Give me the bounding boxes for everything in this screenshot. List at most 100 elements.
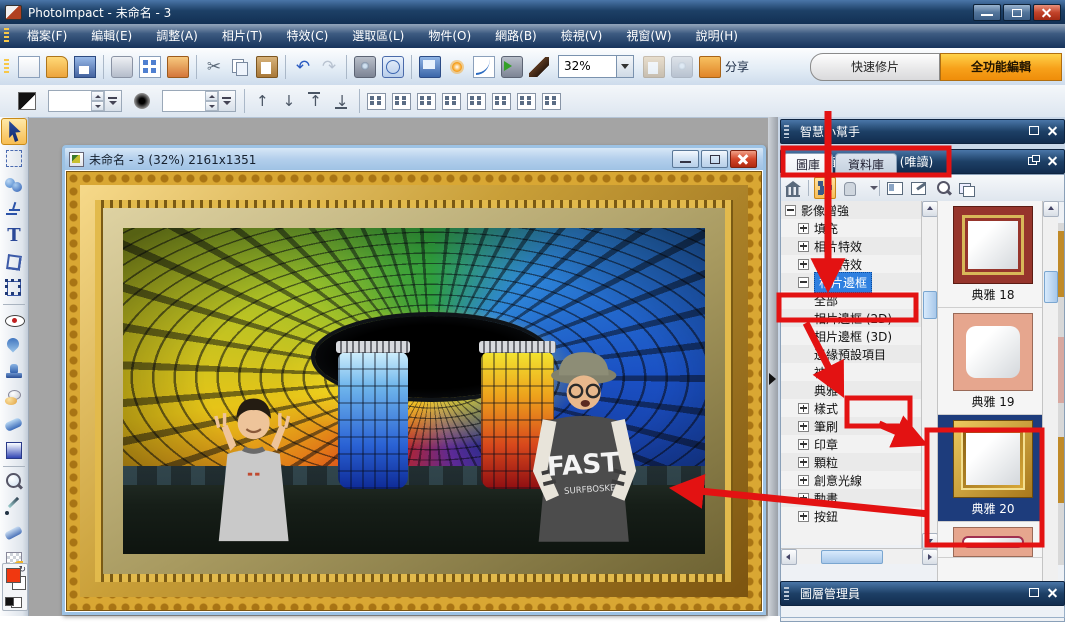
print-icon[interactable] bbox=[111, 56, 133, 78]
smart-helper-panel-header[interactable]: 智慧小幫手 bbox=[780, 119, 1065, 144]
zoom-tool[interactable] bbox=[2, 470, 26, 495]
panel-grip[interactable] bbox=[784, 125, 789, 138]
menu-edit[interactable]: 編輯(E) bbox=[79, 24, 144, 48]
scroll-left-icon[interactable] bbox=[781, 549, 797, 565]
zoom-value[interactable]: 32% bbox=[559, 56, 616, 77]
chevron-down-icon[interactable] bbox=[616, 56, 633, 77]
layer-manager-header[interactable]: 圖層管理員 bbox=[780, 581, 1065, 606]
gradient-fill-tool[interactable] bbox=[2, 438, 26, 463]
redo-icon[interactable]: ↷ bbox=[319, 57, 339, 77]
menu-file[interactable]: 檔案(F) bbox=[15, 24, 79, 48]
eyedropper-tool[interactable] bbox=[2, 496, 26, 521]
panel-close-icon[interactable] bbox=[1046, 124, 1059, 137]
panel-close-icon-2[interactable] bbox=[1046, 154, 1059, 167]
expand-icon[interactable] bbox=[798, 475, 809, 486]
soft-edge-icon[interactable] bbox=[134, 93, 150, 109]
tree-item-photo-effect[interactable]: 相片特效 bbox=[781, 237, 921, 255]
menu-photo[interactable]: 相片(T) bbox=[210, 24, 275, 48]
text-tool[interactable]: T bbox=[2, 224, 26, 249]
tree-scroll-thumb[interactable] bbox=[923, 291, 937, 319]
copy-icon[interactable] bbox=[230, 57, 250, 77]
screen-icon[interactable] bbox=[419, 56, 441, 78]
panel-maximize-icon[interactable] bbox=[1027, 124, 1040, 137]
import-icon[interactable] bbox=[501, 56, 523, 78]
center-horizontal-icon[interactable] bbox=[467, 93, 486, 110]
expand-icon[interactable] bbox=[798, 223, 809, 234]
share-icon[interactable] bbox=[699, 56, 721, 78]
full-edit-button[interactable]: 全功能編輯 bbox=[940, 53, 1062, 81]
tree-item-button[interactable]: 按鈕 bbox=[781, 507, 921, 525]
remove-red-eye-tool[interactable] bbox=[2, 308, 26, 333]
frame-thumbnail-20[interactable]: 典雅 20 bbox=[938, 415, 1048, 522]
toolbar-grip[interactable] bbox=[4, 59, 9, 75]
expand-icon[interactable] bbox=[798, 439, 809, 450]
tab-library[interactable]: 資料庫 bbox=[835, 153, 897, 175]
move-down-icon[interactable]: ↓ bbox=[283, 92, 296, 110]
crop-tool[interactable] bbox=[2, 250, 26, 275]
collapse-icon[interactable] bbox=[798, 277, 809, 288]
align-bottom-icon[interactable] bbox=[442, 93, 461, 110]
menu-window[interactable]: 視窗(W) bbox=[614, 24, 683, 48]
thumb-scroll-thumb[interactable] bbox=[1044, 271, 1058, 303]
tree-item-all[interactable]: 全部 bbox=[781, 291, 921, 309]
dock-splitter[interactable] bbox=[768, 117, 778, 616]
tree-item-animation[interactable]: 動畫 bbox=[781, 489, 921, 507]
close-icon[interactable] bbox=[1033, 4, 1061, 21]
menu-object[interactable]: 物件(O) bbox=[416, 24, 483, 48]
menu-help[interactable]: 說明(H) bbox=[684, 24, 750, 48]
collapse-icon[interactable] bbox=[785, 205, 796, 216]
tree-item-photo-frame[interactable]: 相片邊框 bbox=[781, 273, 921, 291]
tree-item-frame-3d[interactable]: 相片邊框 (3D) bbox=[781, 327, 921, 345]
tree-item-image-enhance[interactable]: 影像增強 bbox=[781, 201, 921, 219]
tree-scrollbar[interactable] bbox=[921, 201, 937, 549]
tree-item-particle[interactable]: 顆粒 bbox=[781, 453, 921, 471]
retouch-tool[interactable] bbox=[2, 386, 26, 411]
paint-roller-tool[interactable] bbox=[2, 412, 26, 437]
panel-close-icon-3[interactable] bbox=[1046, 586, 1059, 599]
doc-close-icon[interactable] bbox=[730, 150, 757, 168]
spin-up-icon[interactable] bbox=[91, 91, 104, 101]
tree-item-frame-2d[interactable]: 相片邊框 (2D) bbox=[781, 309, 921, 327]
clone-tool[interactable] bbox=[2, 360, 26, 385]
expand-icon[interactable] bbox=[798, 259, 809, 270]
tone-curve-icon[interactable] bbox=[473, 56, 495, 78]
preset-icon[interactable] bbox=[18, 92, 36, 110]
tree-item-fill[interactable]: 填充 bbox=[781, 219, 921, 237]
dropdown-icon[interactable] bbox=[864, 178, 874, 198]
center-vertical-icon[interactable] bbox=[492, 93, 511, 110]
align-left-icon[interactable] bbox=[367, 93, 386, 110]
pick-tool[interactable] bbox=[1, 118, 27, 145]
enhance-icon[interactable] bbox=[447, 57, 467, 77]
expand-icon[interactable] bbox=[798, 421, 809, 432]
transform-tool[interactable] bbox=[2, 276, 26, 301]
expand-icon[interactable] bbox=[798, 457, 809, 468]
new-icon[interactable] bbox=[18, 56, 40, 78]
tab-gallery[interactable]: 圖庫 bbox=[783, 153, 833, 175]
scroll-right-icon[interactable] bbox=[922, 549, 938, 565]
align-right-icon[interactable] bbox=[392, 93, 411, 110]
alt-foreground-swatch[interactable] bbox=[5, 597, 14, 606]
paste-icon[interactable] bbox=[256, 56, 278, 78]
move-top-icon[interactable]: ↑ bbox=[309, 92, 322, 110]
move-up-icon[interactable]: ↑ bbox=[256, 92, 269, 110]
slider-drop-icon[interactable] bbox=[104, 91, 121, 111]
drag-mode-icon[interactable] bbox=[840, 178, 860, 198]
minimize-icon[interactable] bbox=[973, 4, 1001, 21]
open-icon[interactable] bbox=[46, 56, 68, 78]
tree-hscroll-thumb[interactable] bbox=[821, 550, 883, 564]
duplicate-icon[interactable] bbox=[957, 178, 977, 198]
frame-thumbnail-partial[interactable] bbox=[938, 522, 1048, 558]
cut-icon[interactable]: ✂ bbox=[204, 57, 224, 77]
distribute-icon[interactable] bbox=[542, 93, 561, 110]
export-icon[interactable] bbox=[909, 178, 929, 198]
web-icon[interactable] bbox=[382, 56, 404, 78]
menu-web[interactable]: 網路(B) bbox=[483, 24, 549, 48]
soft-edge-stepper[interactable] bbox=[162, 90, 236, 112]
collapse-arrow-icon[interactable] bbox=[769, 373, 776, 385]
save-icon[interactable] bbox=[74, 56, 96, 78]
thumb-scroll-up-icon[interactable] bbox=[1043, 201, 1059, 217]
menu-effect[interactable]: 特效(C) bbox=[275, 24, 341, 48]
foreground-color-swatch[interactable] bbox=[6, 568, 21, 583]
gallery-home-icon[interactable] bbox=[783, 178, 803, 198]
path-edit-tool[interactable] bbox=[2, 198, 26, 223]
